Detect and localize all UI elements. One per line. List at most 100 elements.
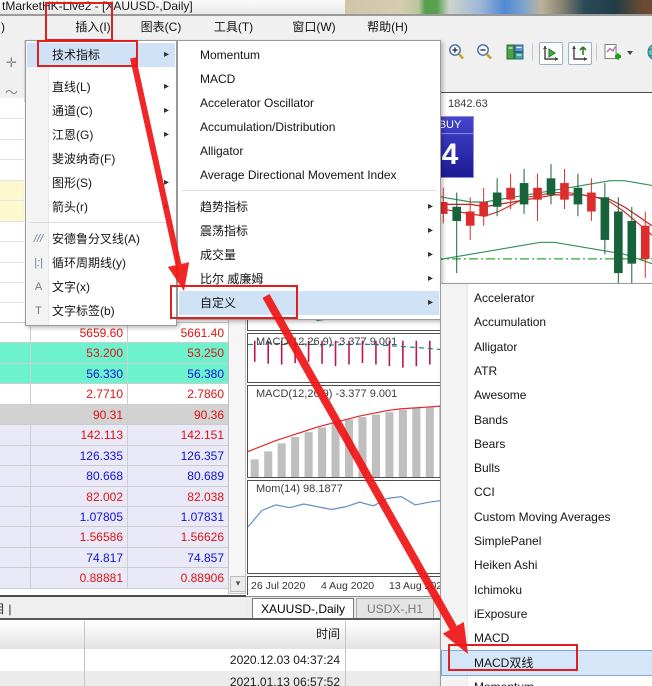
symbol-cell [0, 425, 31, 444]
indicator-submenu-item-9[interactable]: 成交量▸ [179, 243, 439, 267]
custom-menu-item-7[interactable]: Bulls [442, 456, 652, 480]
custom-menu-item-10[interactable]: SimplePanel [442, 529, 652, 553]
ask-cell: 126.357 [128, 446, 228, 465]
menubar-item-4[interactable]: 帮助(H) [355, 16, 420, 39]
bid-cell: 0.88881 [31, 568, 128, 587]
indicator-submenu-item-5[interactable]: Average Directional Movement Index [179, 163, 439, 187]
symbol-cell [0, 527, 31, 546]
custom-menu-item-16[interactable]: Momentum [442, 675, 652, 686]
custom-menu-item-15[interactable]: MACD双线 [442, 651, 652, 675]
custom-menu-item-0[interactable]: Accelerator [442, 286, 652, 310]
insert-menu-item-11[interactable]: T文字标签(b) [27, 299, 175, 323]
custom-menu-item-14[interactable]: MACD [442, 626, 652, 650]
bid-cell: 56.330 [31, 364, 128, 383]
insert-menu-item-8[interactable]: ///安德鲁分叉线(A) [27, 227, 175, 251]
tile-windows-icon[interactable] [504, 42, 526, 63]
insert-menu: 技术指标▸直线(L)▸通道(C)▸江恩(G)▸斐波纳奇(F)图形(S)▸箭头(r… [25, 40, 177, 326]
custom-menu-item-12[interactable]: Ichimoku [442, 578, 652, 602]
market-watch-row[interactable]: 56.33056.380 [0, 364, 228, 384]
menubar-item-2[interactable]: 工具(T) [203, 16, 264, 39]
insert-menu-item-0[interactable]: 技术指标▸ [27, 43, 175, 67]
market-watch-row[interactable]: 1.078051.07831 [0, 507, 228, 527]
momentum-label: Mom(14) 98.1877 [256, 483, 343, 495]
indicator-submenu-item-1[interactable]: MACD [179, 67, 439, 91]
market-watch-row[interactable]: 53.20053.250 [0, 343, 228, 363]
scroll-down-icon[interactable]: ▾ [230, 576, 246, 592]
market-watch-row[interactable]: 126.335126.357 [0, 446, 228, 466]
market-watch-scrollbar[interactable]: ▾ [228, 303, 246, 594]
time-column-header[interactable]: 时间 [84, 621, 340, 648]
custom-menu-item-4[interactable]: Awesome [442, 383, 652, 407]
market-watch-symbol-cell [0, 180, 24, 201]
bid-cell: 1.07805 [31, 507, 128, 526]
insert-menu-item-4[interactable]: 斐波纳奇(F) [27, 147, 175, 171]
custom-menu-item-9[interactable]: Custom Moving Averages [442, 505, 652, 529]
insert-menu-item-1[interactable]: 直线(L)▸ [27, 75, 175, 99]
market-watch-row[interactable]: 80.66880.689 [0, 466, 228, 486]
custom-menu-item-1[interactable]: Accumulation [442, 310, 652, 334]
bid-cell: 74.817 [31, 548, 128, 567]
zoom-in-icon[interactable] [446, 42, 468, 63]
custom-menu-label: MACD双线 [442, 656, 533, 670]
menubar-item-1[interactable]: 图表(C) [130, 16, 192, 39]
bid-cell: 90.31 [31, 405, 128, 424]
market-watch-row[interactable]: 90.3190.36 [0, 405, 228, 425]
custom-menu-item-11[interactable]: Heiken Ashi [442, 553, 652, 577]
insert-menu-item-9[interactable]: |:|循环周期线(y) [27, 251, 175, 275]
custom-menu-item-8[interactable]: CCI [442, 480, 652, 504]
custom-menu-item-3[interactable]: ATR [442, 359, 652, 383]
market-watch-row[interactable]: 82.00282.038 [0, 487, 228, 507]
insert-menu-label: 通道(C) [27, 104, 93, 118]
insert-menu-item-5[interactable]: 图形(S)▸ [27, 171, 175, 195]
insert-menu-item-6[interactable]: 箭头(r)▸ [27, 195, 175, 219]
indicator-submenu-item-10[interactable]: 比尔 威廉姆▸ [179, 267, 439, 291]
custom-menu-item-6[interactable]: Bears [442, 432, 652, 456]
indicator-submenu-item-8[interactable]: 震荡指标▸ [179, 219, 439, 243]
tab-xauusd-daily[interactable]: XAUUSD-,Daily [252, 598, 354, 619]
custom-menu-label: ATR [442, 364, 497, 378]
dropdown-caret-icon[interactable] [625, 42, 635, 63]
crosshair-icon[interactable]: ✛ [3, 54, 20, 71]
indicator-submenu-item-11[interactable]: 自定义▸ [179, 291, 439, 315]
ask-cell: 142.151 [128, 425, 228, 444]
custom-menu-item-5[interactable]: Bands [442, 408, 652, 432]
menubar-item-0[interactable]: 插入(I) [68, 16, 118, 39]
custom-menu-item-13[interactable]: iExposure [442, 602, 652, 626]
chart-shift-icon[interactable] [539, 42, 563, 65]
market-watch-symbol-cell [0, 139, 24, 160]
tab-usdx-h1[interactable]: USDX-,H1 [356, 598, 434, 619]
mt4-window: tMarketHK-Live2 - [XAUUSD-,Daily] ) 插入(I… [0, 0, 652, 686]
globe-icon[interactable] [642, 42, 652, 63]
indicator-submenu-item-2[interactable]: Accelerator Oscillator [179, 91, 439, 115]
indicator-submenu-item-4[interactable]: Alligator [179, 139, 439, 163]
menubar-item-clipped[interactable]: ) [1, 16, 5, 39]
symbol-cell [0, 446, 31, 465]
submenu-arrow-icon: ▸ [164, 75, 169, 99]
market-watch-row[interactable]: 1.565861.56626 [0, 527, 228, 547]
insert-menu-label: 技术指标 [27, 48, 100, 62]
market-watch-row[interactable]: 5659.605661.40 [0, 323, 228, 343]
insert-menu-item-2[interactable]: 通道(C)▸ [27, 99, 175, 123]
menubar-item-3[interactable]: 窗口(W) [283, 16, 345, 39]
column-divider [345, 621, 346, 649]
chart-autoscroll-icon[interactable] [568, 42, 592, 65]
market-watch-row[interactable]: 0.888810.88906 [0, 568, 228, 588]
custom-menu-label: Bears [442, 437, 505, 451]
column-divider [345, 649, 346, 671]
market-watch-row[interactable]: 142.113142.151 [0, 425, 228, 445]
ask-cell: 56.380 [128, 364, 228, 383]
indicator-submenu-label: 趋势指标 [179, 200, 248, 214]
custom-menu-item-2[interactable]: Alligator [442, 335, 652, 359]
indicator-submenu-item-0[interactable]: Momentum [179, 43, 439, 67]
column-divider [84, 671, 85, 686]
insert-menu-item-3[interactable]: 江恩(G)▸ [27, 123, 175, 147]
market-watch-symbol-cell [0, 118, 24, 139]
market-watch-row[interactable]: 74.81774.857 [0, 548, 228, 568]
insert-menu-item-10[interactable]: A文字(x) [27, 275, 175, 299]
insert-menu-label: 斐波纳奇(F) [27, 152, 115, 166]
market-watch-row[interactable]: 2.77102.7860 [0, 384, 228, 404]
zoom-out-icon[interactable] [474, 42, 496, 63]
indicator-submenu-item-3[interactable]: Accumulation/Distribution [179, 115, 439, 139]
add-indicator-icon[interactable] [601, 42, 623, 63]
indicator-submenu-item-7[interactable]: 趋势指标▸ [179, 195, 439, 219]
